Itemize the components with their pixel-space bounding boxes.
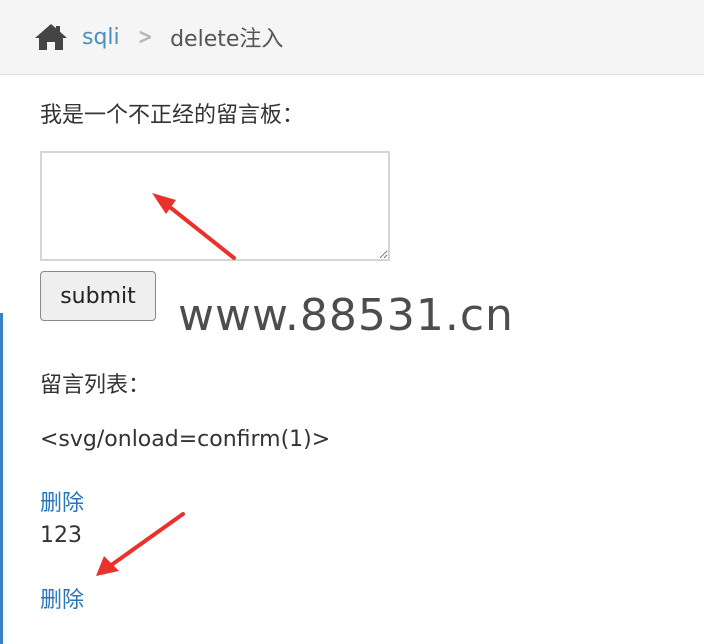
breadcrumb: sqli > delete注入 bbox=[0, 0, 704, 75]
delete-link[interactable]: 删除 bbox=[40, 582, 84, 614]
message-item-content: 123 bbox=[40, 523, 82, 548]
annotation-arrow-delete bbox=[96, 512, 185, 576]
form-prompt: 我是一个不正经的留言板： bbox=[40, 103, 305, 128]
delete-link[interactable]: 删除 bbox=[40, 485, 84, 517]
submit-button[interactable]: submit bbox=[40, 271, 156, 321]
watermark-text: www.88531.cn bbox=[178, 290, 514, 341]
message-textarea[interactable] bbox=[40, 151, 390, 261]
breadcrumb-link-sqli[interactable]: sqli bbox=[82, 25, 120, 50]
home-icon[interactable] bbox=[34, 23, 68, 51]
content-left-border bbox=[0, 313, 3, 644]
message-list-title: 留言列表： bbox=[40, 373, 151, 398]
message-item-content: <svg/onload=confirm(1)> bbox=[40, 427, 331, 452]
breadcrumb-current: delete注入 bbox=[170, 27, 284, 52]
breadcrumb-separator: > bbox=[137, 24, 153, 50]
